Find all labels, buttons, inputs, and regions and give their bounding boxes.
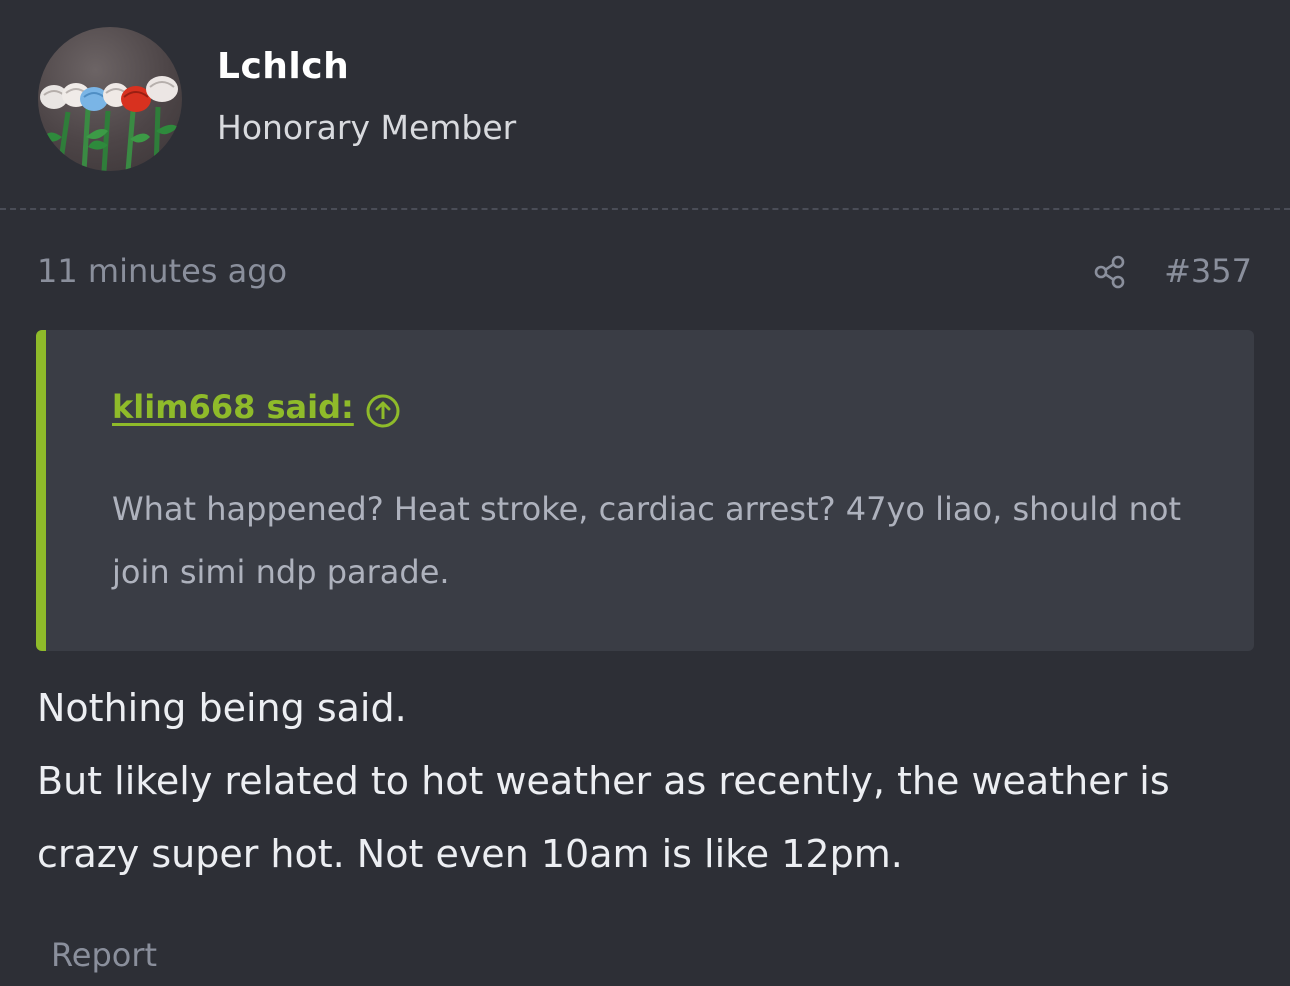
report-link[interactable]: Report: [51, 936, 157, 974]
post-timestamp[interactable]: 11 minutes ago: [37, 252, 287, 290]
roses-avatar-image: [40, 76, 178, 171]
post-body: Nothing being said. But likely related t…: [37, 672, 1257, 891]
post-body-line: Nothing being said.: [37, 686, 407, 730]
post-header: Lchlch Honorary Member: [0, 0, 1290, 210]
user-title: Honorary Member: [217, 108, 517, 147]
quote-text: What happened? Heat stroke, cardiac arre…: [112, 490, 1182, 591]
share-icon[interactable]: [1092, 254, 1128, 290]
quote-author-link[interactable]: klim668 said:: [112, 388, 354, 426]
post-body-line: But likely related to hot weather as rec…: [37, 759, 1170, 876]
username[interactable]: Lchlch: [217, 46, 349, 87]
avatar[interactable]: [38, 27, 182, 171]
post-number-link[interactable]: #357: [1164, 252, 1252, 290]
arrow-up-circle-icon[interactable]: [365, 393, 401, 429]
